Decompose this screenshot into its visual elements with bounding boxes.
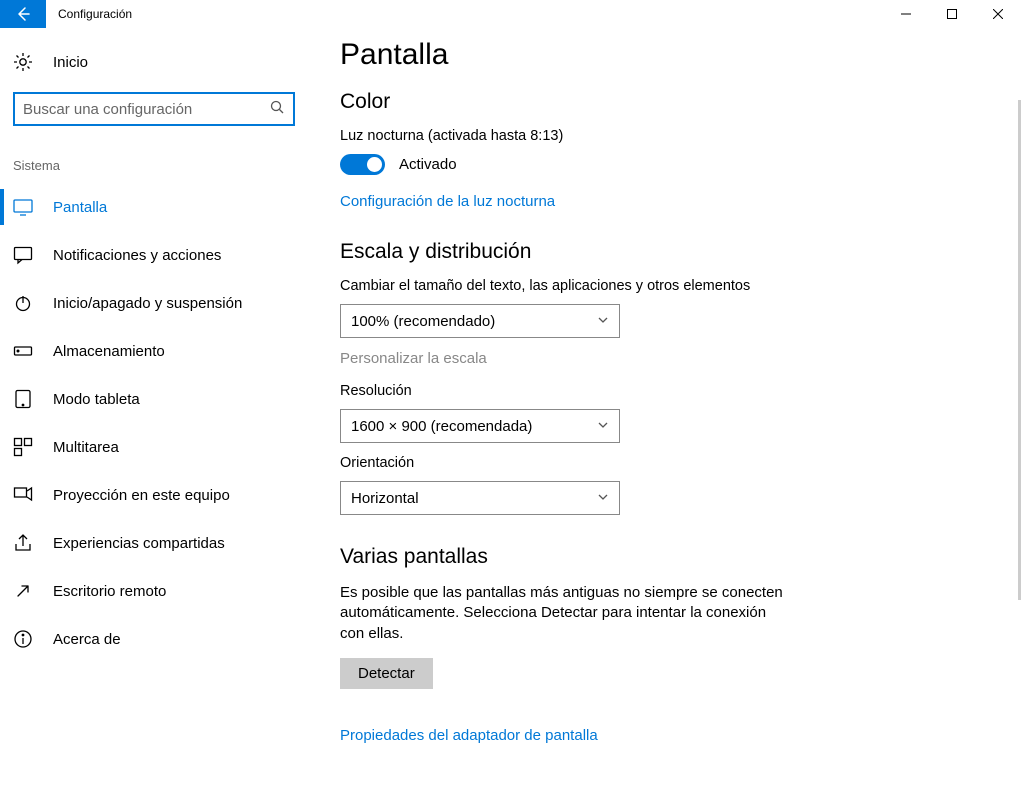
minimize-button[interactable] — [883, 0, 929, 28]
storage-icon — [13, 341, 33, 361]
page-title: Pantalla — [340, 38, 981, 72]
multitask-icon — [13, 437, 33, 457]
adapter-properties-link[interactable]: Propiedades del adaptador de pantalla — [340, 727, 598, 744]
sidebar-item-pantalla[interactable]: Pantalla — [0, 183, 308, 231]
minimize-icon — [901, 9, 911, 19]
resolution-label: Resolución — [340, 383, 981, 399]
sidebar: Inicio Sistema Pantalla Notificaciones y… — [0, 28, 308, 798]
custom-scale-link[interactable]: Personalizar la escala — [340, 350, 981, 367]
back-arrow-icon — [15, 6, 31, 22]
orientation-select[interactable]: Horizontal — [340, 481, 620, 515]
night-light-toggle-state: Activado — [399, 156, 457, 173]
info-icon — [13, 629, 33, 649]
window-title: Configuración — [46, 7, 132, 21]
resolution-select-value: 1600 × 900 (recomendada) — [351, 418, 532, 435]
night-light-toggle[interactable] — [340, 154, 385, 175]
power-icon — [13, 293, 33, 313]
sidebar-item-proyeccion[interactable]: Proyección en este equipo — [0, 471, 308, 519]
search-container — [0, 82, 308, 130]
sidebar-home[interactable]: Inicio — [0, 42, 308, 82]
content-area: Pantalla Color Luz nocturna (activada ha… — [308, 28, 1021, 798]
section-multi-header: Varias pantallas — [340, 545, 981, 569]
sidebar-item-escritorio-remoto[interactable]: Escritorio remoto — [0, 567, 308, 615]
sidebar-item-acerca-de[interactable]: Acerca de — [0, 615, 308, 663]
tablet-icon — [13, 389, 33, 409]
sidebar-item-label: Inicio/apagado y suspensión — [53, 295, 242, 312]
sidebar-item-modo-tableta[interactable]: Modo tableta — [0, 375, 308, 423]
sidebar-item-label: Escritorio remoto — [53, 583, 166, 600]
sidebar-home-label: Inicio — [53, 54, 88, 71]
scale-select[interactable]: 100% (recomendado) — [340, 304, 620, 338]
scale-select-value: 100% (recomendado) — [351, 313, 495, 330]
orientation-select-value: Horizontal — [351, 490, 419, 507]
display-icon — [13, 197, 33, 217]
sidebar-item-label: Notificaciones y acciones — [53, 247, 221, 264]
sidebar-item-experiencias[interactable]: Experiencias compartidas — [0, 519, 308, 567]
chevron-down-icon — [597, 490, 609, 507]
back-button[interactable] — [0, 0, 46, 28]
remote-icon — [13, 581, 33, 601]
share-icon — [13, 533, 33, 553]
sidebar-item-almacenamiento[interactable]: Almacenamiento — [0, 327, 308, 375]
sidebar-item-label: Almacenamiento — [53, 343, 165, 360]
chevron-down-icon — [597, 418, 609, 435]
sidebar-item-label: Proyección en este equipo — [53, 487, 230, 504]
section-color-header: Color — [340, 90, 981, 114]
section-scale-header: Escala y distribución — [340, 240, 981, 264]
close-button[interactable] — [975, 0, 1021, 28]
close-icon — [993, 9, 1003, 19]
sidebar-item-label: Acerca de — [53, 631, 121, 648]
sidebar-section-label: Sistema — [0, 130, 308, 183]
maximize-button[interactable] — [929, 0, 975, 28]
titlebar: Configuración — [0, 0, 1021, 28]
gear-icon — [13, 52, 33, 72]
search-icon — [270, 100, 284, 119]
resize-label: Cambiar el tamaño del texto, las aplicac… — [340, 278, 981, 294]
search-input[interactable] — [13, 92, 295, 126]
detect-button[interactable]: Detectar — [340, 658, 433, 689]
orientation-label: Orientación — [340, 455, 981, 471]
night-light-label: Luz nocturna (activada hasta 8:13) — [340, 128, 981, 144]
resolution-select[interactable]: 1600 × 900 (recomendada) — [340, 409, 620, 443]
night-light-settings-link[interactable]: Configuración de la luz nocturna — [340, 193, 555, 210]
maximize-icon — [947, 9, 957, 19]
sidebar-item-multitarea[interactable]: Multitarea — [0, 423, 308, 471]
chevron-down-icon — [597, 313, 609, 330]
sidebar-item-inicio-apagado[interactable]: Inicio/apagado y suspensión — [0, 279, 308, 327]
sidebar-item-label: Modo tableta — [53, 391, 140, 408]
project-icon — [13, 485, 33, 505]
message-icon — [13, 245, 33, 265]
sidebar-item-notificaciones[interactable]: Notificaciones y acciones — [0, 231, 308, 279]
sidebar-item-label: Experiencias compartidas — [53, 535, 225, 552]
sidebar-item-label: Pantalla — [53, 199, 107, 216]
multi-desc: Es posible que las pantallas más antigua… — [340, 583, 790, 644]
sidebar-item-label: Multitarea — [53, 439, 119, 456]
